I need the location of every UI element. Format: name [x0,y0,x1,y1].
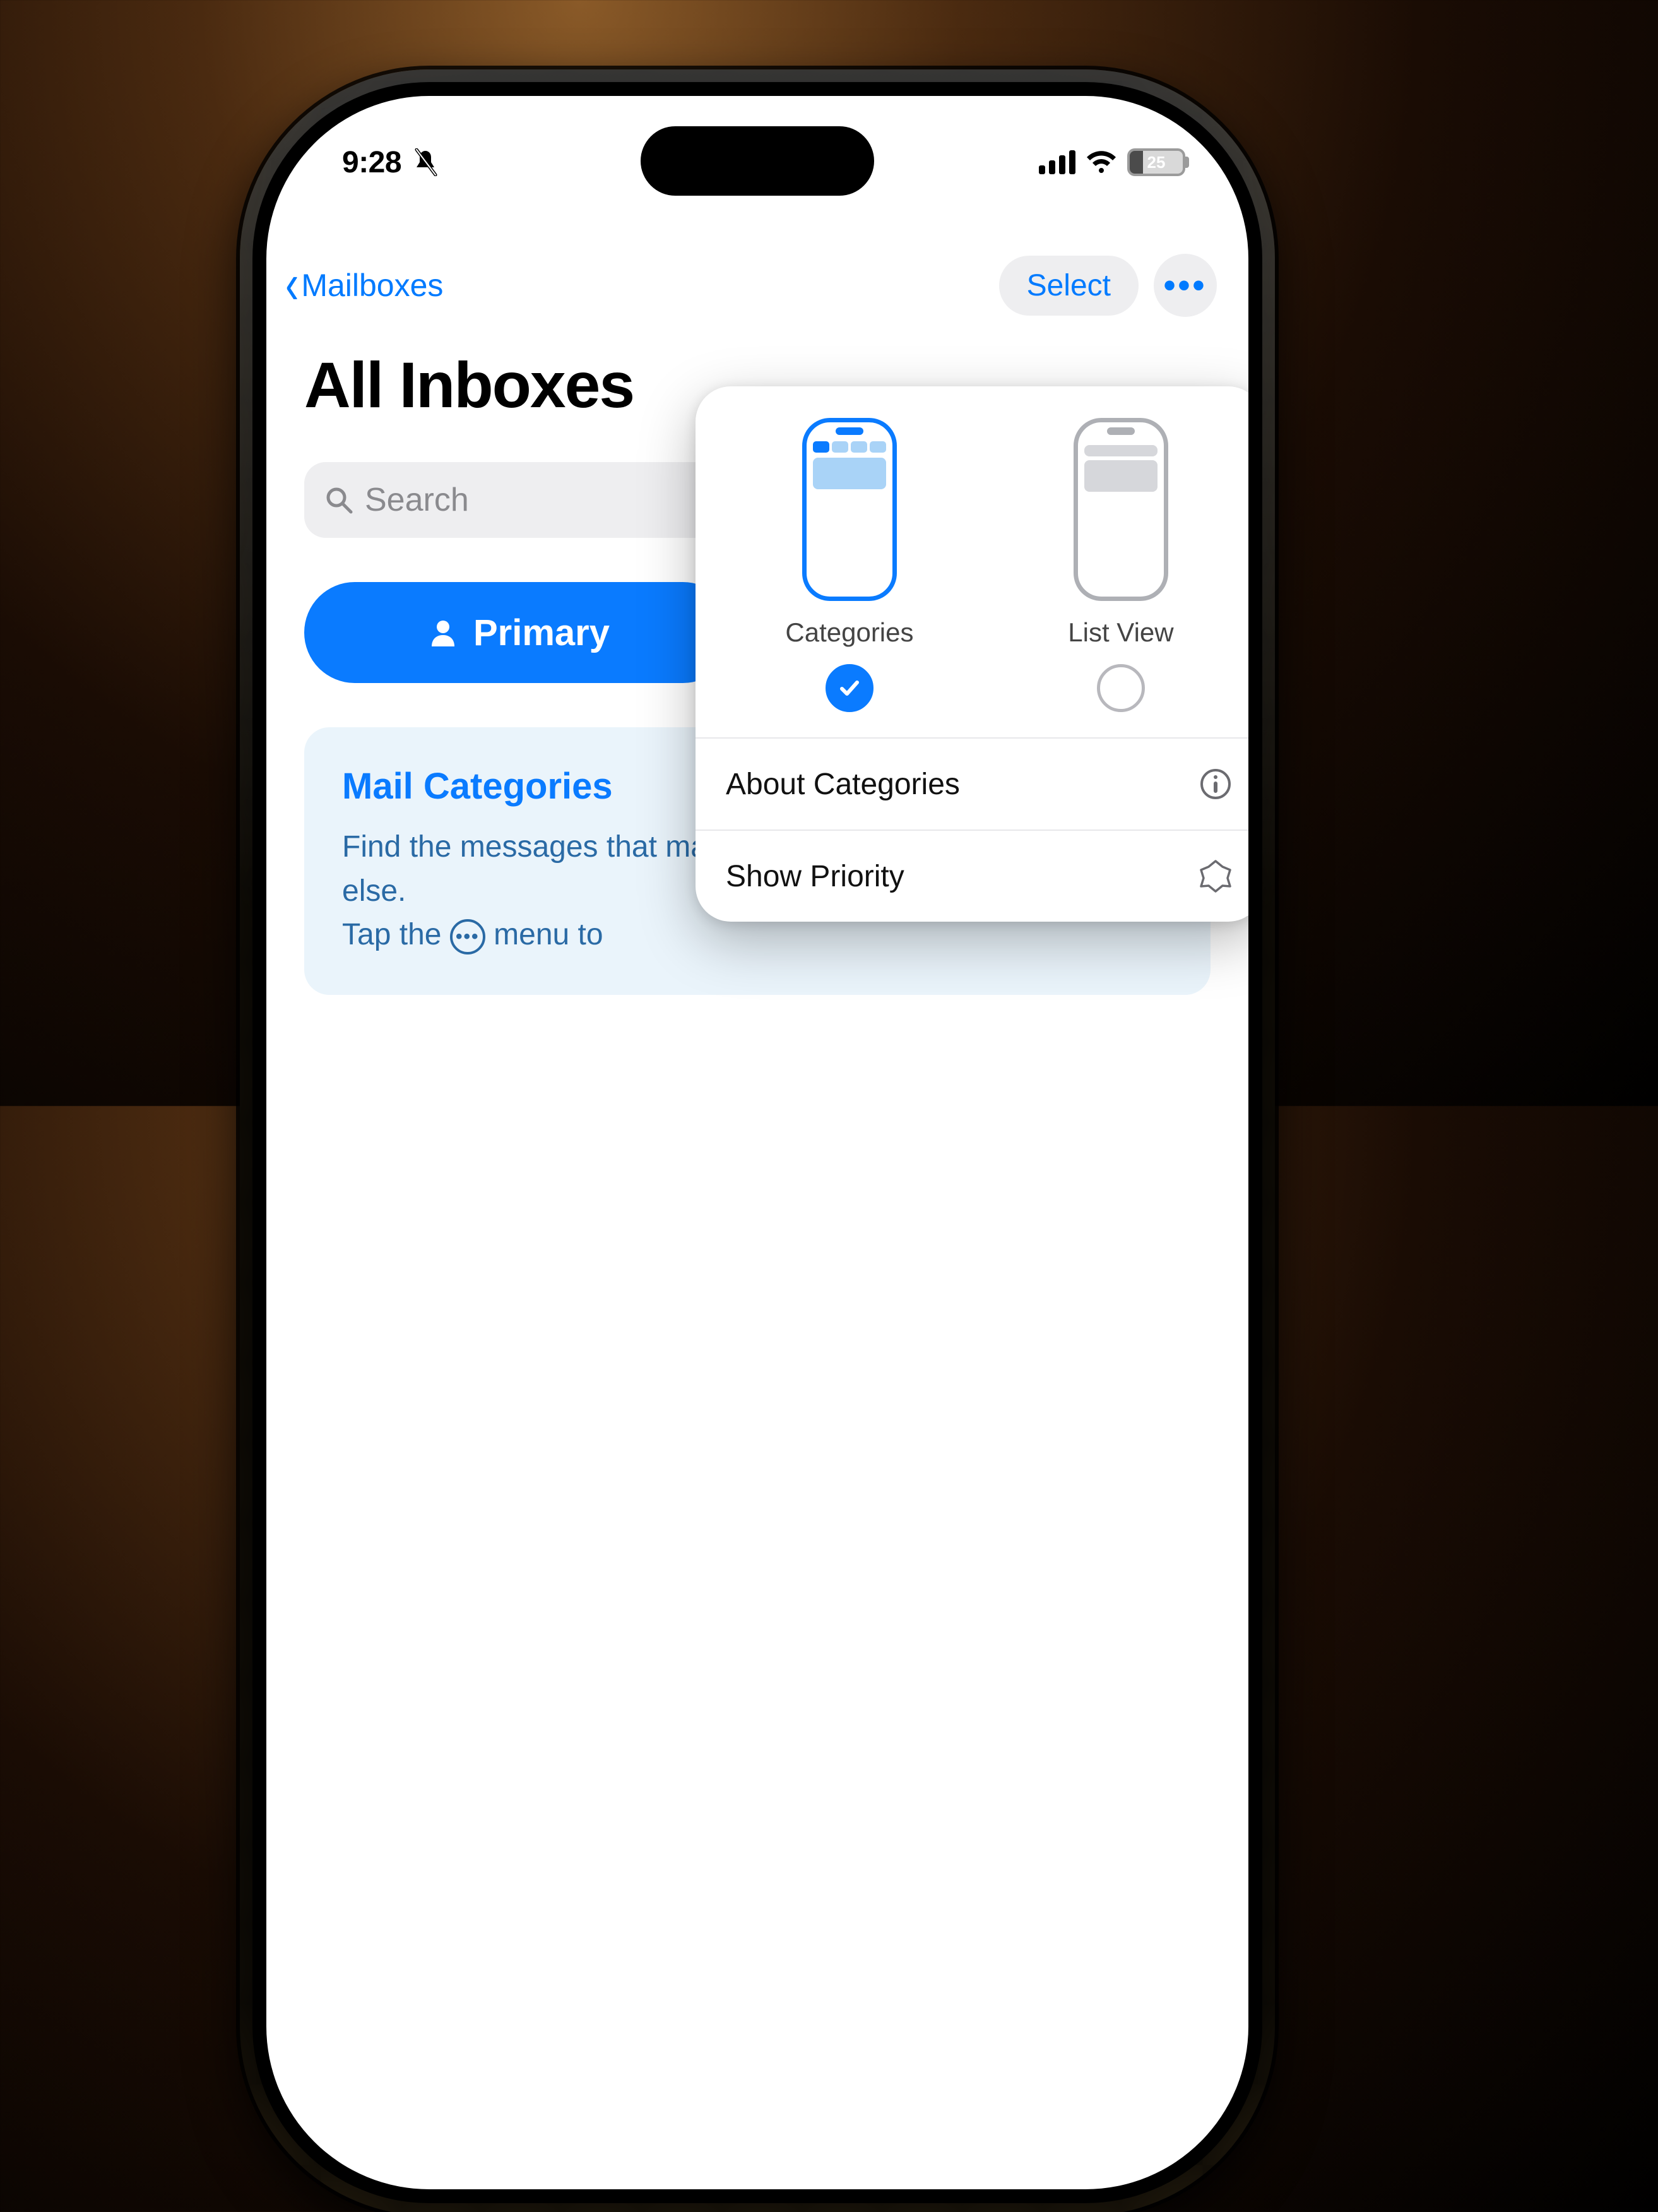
option-categories-label: Categories [785,617,913,648]
battery-icon: 25 [1127,148,1185,176]
nav-bar: ‹ Mailboxes Select ••• [266,241,1248,330]
ellipsis-icon: ••• [1164,266,1207,305]
page-title: All Inboxes [304,348,634,422]
silent-icon [413,148,438,176]
categories-preview-icon [802,418,897,601]
priority-icon [1198,859,1233,894]
row-about-categories[interactable]: About Categories [696,739,1248,830]
cellular-icon [1039,150,1075,174]
search-placeholder: Search [365,481,469,519]
radio-categories[interactable] [826,664,873,712]
status-time: 9:28 [342,145,401,180]
ellipsis-circle-icon: ••• [450,919,485,954]
select-button[interactable]: Select [999,256,1139,316]
search-icon [324,485,353,514]
back-label: Mailboxes [301,267,443,304]
phone-frame: 9:28 25 ‹ [240,69,1275,2212]
info-icon [1198,766,1233,802]
person-icon [428,617,458,648]
option-categories[interactable]: Categories [785,418,913,712]
back-button[interactable]: ‹ Mailboxes [285,262,443,309]
tab-primary[interactable]: Primary [304,582,733,683]
wifi-icon [1086,150,1117,174]
list-view-preview-icon [1074,418,1168,601]
option-list-view-label: List View [1068,617,1173,648]
more-button[interactable]: ••• [1154,254,1217,317]
radio-list-view[interactable] [1097,664,1145,712]
row-show-priority[interactable]: Show Priority [696,830,1248,922]
tab-primary-label: Primary [473,612,610,654]
row-priority-label: Show Priority [726,859,904,894]
option-list-view[interactable]: List View [1068,418,1173,712]
dynamic-island [641,126,874,196]
row-about-label: About Categories [726,767,960,802]
chevron-left-icon: ‹ [285,251,299,316]
view-options-popover: Categories [696,386,1248,922]
